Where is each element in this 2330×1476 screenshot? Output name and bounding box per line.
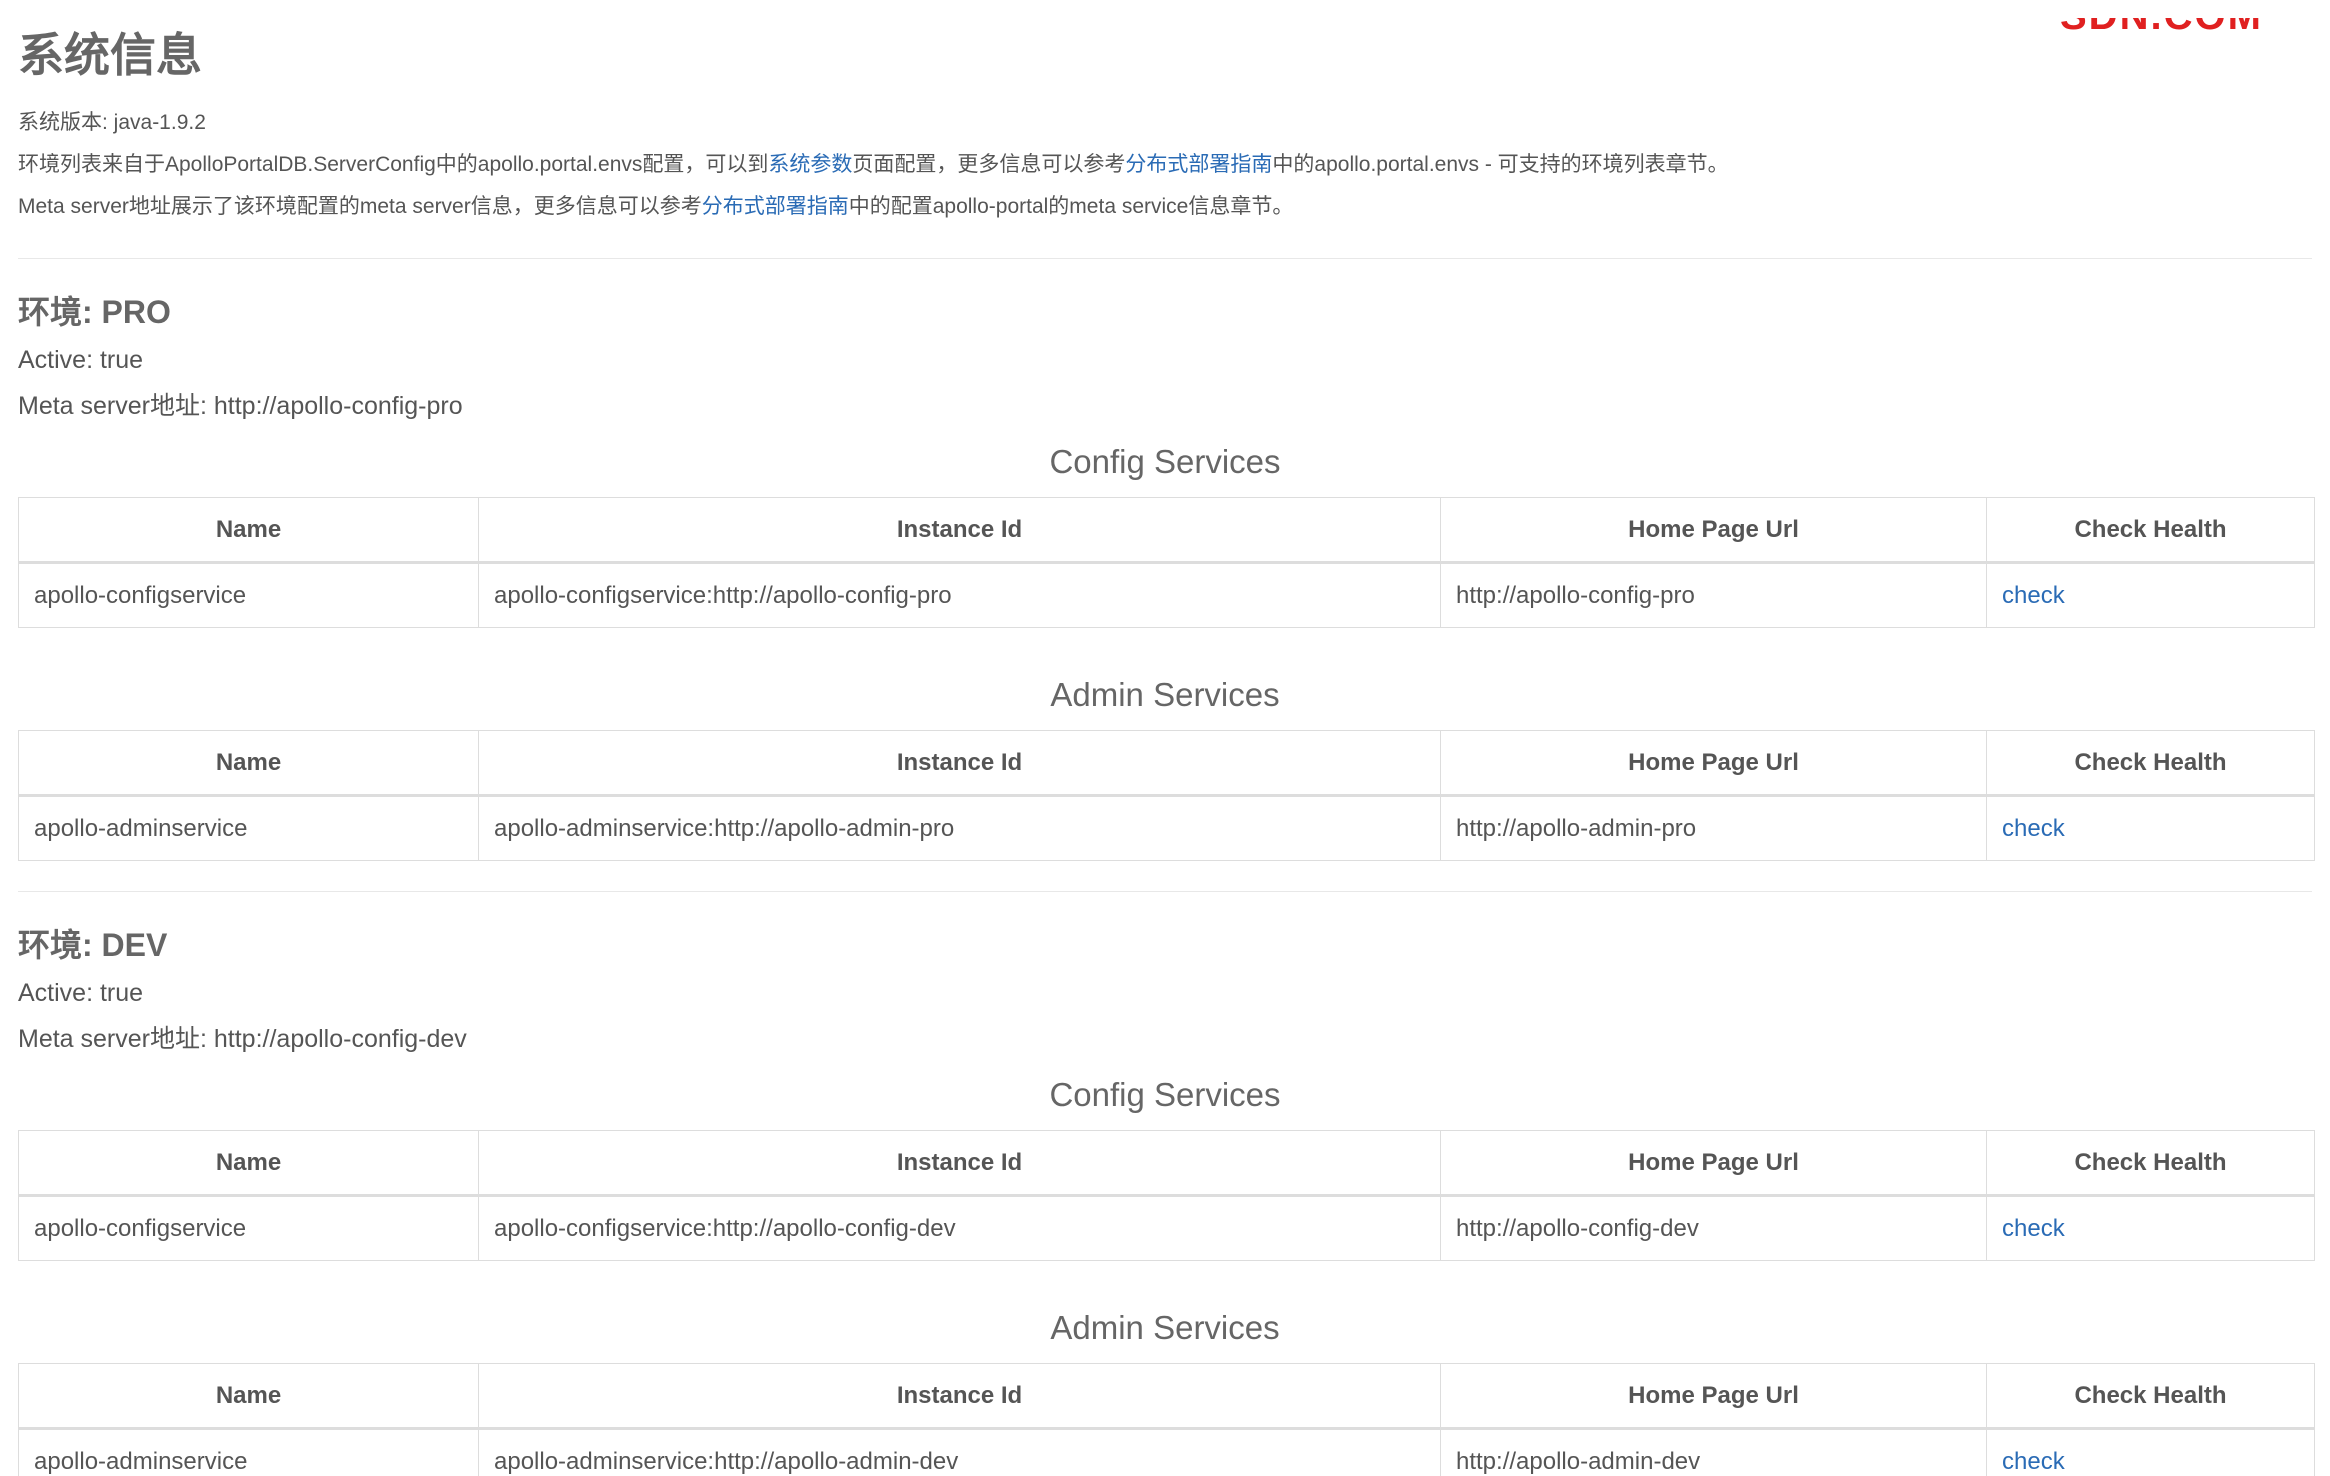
- divider: [18, 258, 2312, 259]
- cell-instance-id: apollo-configservice:http://apollo-confi…: [478, 562, 1441, 628]
- table-row: apollo-adminservice apollo-adminservice:…: [18, 795, 2315, 861]
- header-name: Name: [18, 497, 479, 564]
- deploy-guide-link[interactable]: 分布式部署指南: [1125, 153, 1272, 176]
- deploy-guide-link-2[interactable]: 分布式部署指南: [702, 195, 849, 218]
- cell-check-health: check: [1986, 1428, 2315, 1476]
- header-check-health: Check Health: [1986, 730, 2315, 797]
- cell-home-page-url: http://apollo-config-dev: [1440, 1195, 1987, 1261]
- meta-server-info-text-1: Meta server地址展示了该环境配置的meta server信息，更多信息…: [18, 195, 702, 218]
- cell-instance-id: apollo-configservice:http://apollo-confi…: [478, 1195, 1441, 1261]
- cell-instance-id: apollo-adminservice:http://apollo-admin-…: [478, 795, 1441, 861]
- table-header-row: Name Instance Id Home Page Url Check Hea…: [18, 1130, 2315, 1197]
- header-name: Name: [18, 730, 479, 797]
- env-section-pro: 环境: PRO Active: true Meta server地址: http…: [18, 287, 2315, 861]
- cell-home-page-url: http://apollo-admin-dev: [1440, 1428, 1987, 1476]
- table-row: apollo-adminservice apollo-adminservice:…: [18, 1428, 2315, 1476]
- header-name: Name: [18, 1363, 479, 1430]
- check-link[interactable]: check: [2002, 1448, 2065, 1475]
- check-link[interactable]: check: [2002, 582, 2065, 609]
- env-meta-server: Meta server地址: http://apollo-config-pro: [18, 392, 463, 420]
- page-title: 系统信息: [18, 29, 202, 81]
- header-instance-id: Instance Id: [478, 497, 1441, 564]
- meta-server-info-text-2: 中的配置apollo-portal的meta service信息章节。: [848, 195, 1294, 218]
- table-header-row: Name Instance Id Home Page Url Check Hea…: [18, 730, 2315, 797]
- admin-services-table: Name Instance Id Home Page Url Check Hea…: [18, 1363, 2315, 1476]
- header-instance-id: Instance Id: [478, 730, 1441, 797]
- table-row: apollo-configservice apollo-configservic…: [18, 562, 2315, 628]
- divider: [18, 891, 2312, 892]
- env-list-info-text-2: 页面配置，更多信息可以参考: [852, 153, 1126, 176]
- header-name: Name: [18, 1130, 479, 1197]
- cell-home-page-url: http://apollo-config-pro: [1440, 562, 1987, 628]
- system-params-link[interactable]: 系统参数: [768, 153, 852, 176]
- check-link[interactable]: check: [2002, 1215, 2065, 1242]
- header-check-health: Check Health: [1986, 1363, 2315, 1430]
- cell-name: apollo-adminservice: [18, 795, 479, 861]
- cell-home-page-url: http://apollo-admin-pro: [1440, 795, 1987, 861]
- admin-services-table: Name Instance Id Home Page Url Check Hea…: [18, 730, 2315, 861]
- header-instance-id: Instance Id: [478, 1363, 1441, 1430]
- env-title: 环境: DEV: [18, 927, 168, 963]
- system-info-page: SDN.COM 系统信息 系统版本: java-1.9.2 环境列表来自于Apo…: [0, 0, 2330, 1476]
- header-check-health: Check Health: [1986, 1130, 2315, 1197]
- env-list-info: 环境列表来自于ApolloPortalDB.ServerConfig中的apol…: [18, 144, 2312, 186]
- table-row: apollo-configservice apollo-configservic…: [18, 1195, 2315, 1261]
- env-section-dev: 环境: DEV Active: true Meta server地址: http…: [18, 920, 2315, 1476]
- env-list-info-text-1: 环境列表来自于ApolloPortalDB.ServerConfig中的apol…: [18, 153, 769, 176]
- header-home-page-url: Home Page Url: [1440, 1363, 1987, 1430]
- cell-name: apollo-configservice: [18, 562, 479, 628]
- config-services-table: Name Instance Id Home Page Url Check Hea…: [18, 497, 2315, 628]
- meta-server-info: Meta server地址展示了该环境配置的meta server信息，更多信息…: [18, 186, 2312, 228]
- cell-check-health: check: [1986, 562, 2315, 628]
- cell-instance-id: apollo-adminservice:http://apollo-admin-…: [478, 1428, 1441, 1476]
- env-active: Active: true: [18, 979, 144, 1007]
- check-link[interactable]: check: [2002, 815, 2065, 842]
- env-list-info-text-3: 中的apollo.portal.envs - 可支持的环境列表章节。: [1272, 153, 1729, 176]
- watermark-text: SDN.COM: [2060, 18, 2330, 36]
- config-services-title: Config Services: [1049, 443, 1281, 480]
- env-meta-server: Meta server地址: http://apollo-config-dev: [18, 1025, 467, 1053]
- header-home-page-url: Home Page Url: [1440, 730, 1987, 797]
- env-title: 环境: PRO: [18, 294, 171, 330]
- table-header-row: Name Instance Id Home Page Url Check Hea…: [18, 497, 2315, 564]
- watermark: SDN.COM: [2060, 18, 2330, 44]
- admin-services-title: Admin Services: [1050, 676, 1280, 713]
- cell-name: apollo-adminservice: [18, 1428, 479, 1476]
- cell-name: apollo-configservice: [18, 1195, 479, 1261]
- system-version: 系统版本: java-1.9.2: [18, 111, 206, 134]
- table-header-row: Name Instance Id Home Page Url Check Hea…: [18, 1363, 2315, 1430]
- cell-check-health: check: [1986, 795, 2315, 861]
- header-home-page-url: Home Page Url: [1440, 497, 1987, 564]
- header-check-health: Check Health: [1986, 497, 2315, 564]
- admin-services-title: Admin Services: [1050, 1309, 1280, 1346]
- header-instance-id: Instance Id: [478, 1130, 1441, 1197]
- config-services-table: Name Instance Id Home Page Url Check Hea…: [18, 1130, 2315, 1261]
- config-services-title: Config Services: [1049, 1076, 1281, 1113]
- env-active: Active: true: [18, 346, 144, 374]
- cell-check-health: check: [1986, 1195, 2315, 1261]
- header-home-page-url: Home Page Url: [1440, 1130, 1987, 1197]
